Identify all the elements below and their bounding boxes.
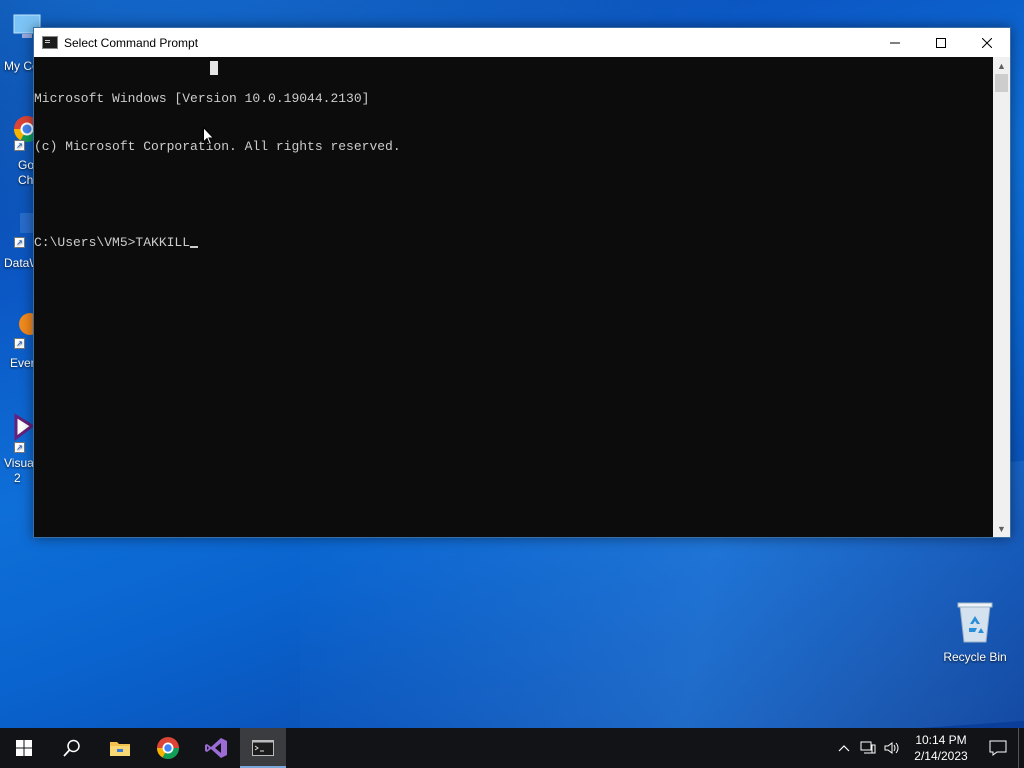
clock-date: 2/14/2023 — [914, 749, 968, 763]
chevron-up-icon: ▲ — [997, 60, 1006, 71]
system-tray: 10:14 PM 2/14/2023 — [832, 728, 1024, 768]
scroll-up-button[interactable]: ▲ — [993, 57, 1010, 74]
network-icon — [860, 741, 876, 754]
show-hidden-icons-button[interactable] — [832, 728, 856, 768]
notification-icon — [989, 740, 1007, 756]
console-line: (c) Microsoft Corporation. All rights re… — [34, 139, 401, 154]
cmd-window[interactable]: Select Command Prompt Microsoft Windows … — [33, 27, 1011, 538]
action-center-button[interactable] — [978, 728, 1018, 768]
clock[interactable]: 10:14 PM 2/14/2023 — [904, 732, 978, 764]
shortcut-arrow-icon: ↗ — [14, 140, 25, 151]
maximize-button[interactable] — [918, 28, 964, 57]
maximize-icon — [936, 37, 946, 48]
taskbar: 10:14 PM 2/14/2023 — [0, 728, 1024, 768]
console-line: Microsoft Windows [Version 10.0.19044.21… — [34, 91, 370, 106]
volume-icon — [884, 742, 899, 754]
chevron-down-icon: ▼ — [997, 523, 1006, 534]
minimize-icon — [890, 42, 900, 43]
text-caret — [190, 246, 199, 248]
minimize-button[interactable] — [872, 28, 918, 57]
desktop-icon-label: Ever — [10, 356, 35, 370]
file-explorer-icon — [110, 742, 130, 756]
desktop-icon-recycle-bin[interactable]: Recycle Bin — [938, 600, 1012, 664]
search-icon — [63, 739, 80, 757]
shortcut-arrow-icon: ↗ — [14, 338, 25, 349]
show-desktop-button[interactable] — [1018, 728, 1024, 768]
mouse-pointer-icon — [203, 126, 215, 151]
search-button[interactable] — [48, 728, 96, 768]
chevron-up-icon — [838, 745, 850, 752]
title-bar[interactable]: Select Command Prompt — [34, 28, 1010, 57]
recycle-bin-icon — [957, 600, 993, 644]
close-button[interactable] — [964, 28, 1010, 57]
scroll-down-button[interactable]: ▼ — [993, 520, 1010, 537]
close-icon — [982, 37, 992, 48]
scroll-thumb[interactable] — [995, 74, 1008, 92]
start-icon — [16, 740, 32, 756]
taskbar-visual-studio[interactable] — [192, 728, 240, 768]
desktop-icon-label: Go Ch — [18, 158, 35, 187]
taskbar-cmd[interactable] — [240, 728, 286, 768]
taskbar-chrome[interactable] — [144, 728, 192, 768]
volume-button[interactable] — [880, 728, 904, 768]
shortcut-arrow-icon: ↗ — [14, 237, 25, 248]
console-prompt-text: C:\Users\VM5>TAKKILL — [34, 235, 191, 250]
console-output[interactable]: Microsoft Windows [Version 10.0.19044.21… — [34, 57, 993, 537]
taskbar-file-explorer[interactable] — [96, 728, 144, 768]
console-input-line[interactable]: C:\Users\VM5>TAKKILL — [34, 235, 993, 251]
vertical-scrollbar[interactable]: ▲ ▼ — [993, 57, 1010, 537]
network-button[interactable] — [856, 728, 880, 768]
shortcut-arrow-icon: ↗ — [14, 442, 25, 453]
window-title: Select Command Prompt — [64, 35, 199, 50]
start-button[interactable] — [0, 728, 48, 768]
chrome-icon — [157, 737, 179, 759]
selection-cursor — [210, 61, 218, 75]
recycle-bin-label: Recycle Bin — [943, 650, 1007, 664]
visual-studio-icon — [205, 738, 227, 758]
clock-time: 10:14 PM — [915, 733, 967, 747]
cmd-icon — [42, 36, 58, 49]
desktop-icon-label: Visua 2 — [4, 456, 34, 485]
cmd-icon — [252, 740, 274, 756]
